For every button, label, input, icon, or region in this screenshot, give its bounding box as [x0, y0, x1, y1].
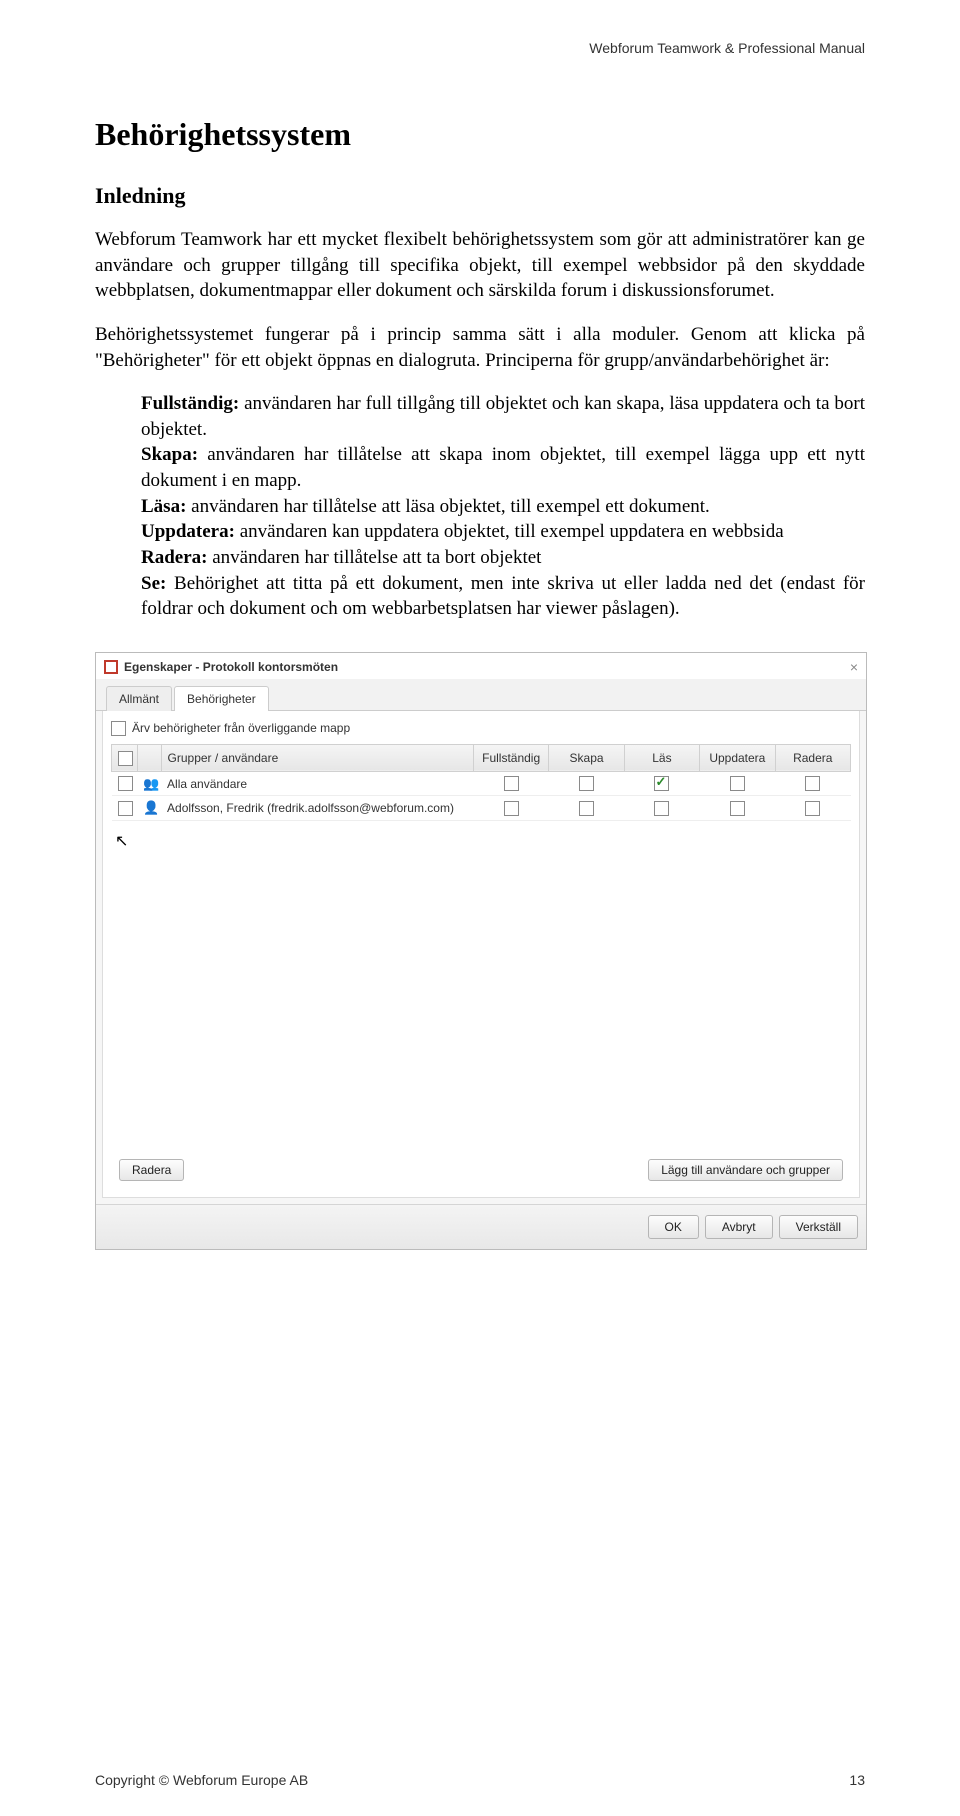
perm-create-checkbox[interactable]: [579, 776, 594, 791]
col-name[interactable]: Grupper / användare: [161, 744, 473, 771]
ok-button[interactable]: OK: [648, 1215, 699, 1239]
heading-1: Behörighetssystem: [95, 116, 865, 153]
dialog-title: Egenskaper - Protokoll kontorsmöten: [124, 660, 850, 674]
group-icon: 👥: [143, 777, 159, 790]
definition-item: Radera: användaren har tillåtelse att ta…: [141, 545, 865, 571]
app-logo-icon: [104, 660, 118, 674]
paragraph-intro-2: Behörighetssystemet fungerar på i princi…: [95, 322, 865, 373]
row-name: Alla användare: [161, 771, 473, 795]
tab-permissions[interactable]: Behörigheter: [174, 686, 269, 711]
permissions-table: Grupper / användare Fullständig Skapa Lä…: [111, 744, 851, 821]
select-all-checkbox[interactable]: [118, 751, 133, 766]
perm-create-checkbox[interactable]: [579, 801, 594, 816]
definition-term: Radera:: [141, 547, 207, 568]
definition-item: Skapa: användaren har tillåtelse att ska…: [141, 442, 865, 493]
cancel-button[interactable]: Avbryt: [705, 1215, 773, 1239]
definition-list: Fullständig: användaren har full tillgån…: [141, 391, 865, 622]
definition-term: Uppdatera:: [141, 521, 235, 542]
definition-term: Skapa:: [141, 444, 198, 465]
perm-full-checkbox[interactable]: [504, 801, 519, 816]
add-users-groups-button[interactable]: Lägg till användare och grupper: [648, 1159, 843, 1181]
row-select-checkbox[interactable]: [118, 801, 133, 816]
definition-text: användaren har tillåtelse att läsa objek…: [186, 496, 709, 517]
definition-text: användaren har tillåtelse att ta bort ob…: [207, 547, 541, 568]
perm-read-checkbox[interactable]: [654, 776, 669, 791]
perm-full-checkbox[interactable]: [504, 776, 519, 791]
col-full[interactable]: Fullständig: [473, 744, 548, 771]
definition-item: Fullständig: användaren har full tillgån…: [141, 391, 865, 442]
definition-term: Läsa:: [141, 496, 186, 517]
definition-text: användaren har tillåtelse att skapa inom…: [141, 444, 865, 491]
definition-text: Behörighet att titta på ett dokument, me…: [141, 573, 865, 620]
definition-term: Se:: [141, 573, 166, 594]
apply-button[interactable]: Verkställ: [779, 1215, 858, 1239]
definition-term: Fullständig:: [141, 393, 239, 414]
row-name: Adolfsson, Fredrik (fredrik.adolfsson@we…: [161, 796, 473, 820]
col-read[interactable]: Läs: [624, 744, 699, 771]
heading-2: Inledning: [95, 183, 865, 209]
delete-button[interactable]: Radera: [119, 1159, 184, 1181]
definition-text: användaren kan uppdatera objektet, till …: [235, 521, 784, 542]
paragraph-intro-1: Webforum Teamwork har ett mycket flexibe…: [95, 227, 865, 304]
permissions-dialog: Egenskaper - Protokoll kontorsmöten × Al…: [95, 652, 867, 1250]
tab-general[interactable]: Allmänt: [106, 686, 172, 711]
perm-update-checkbox[interactable]: [730, 776, 745, 791]
footer-copyright: Copyright © Webforum Europe AB: [95, 1772, 308, 1788]
definition-item: Se: Behörighet att titta på ett dokument…: [141, 571, 865, 622]
inherit-label: Ärv behörigheter från överliggande mapp: [132, 721, 350, 735]
table-row[interactable]: 👤 Adolfsson, Fredrik (fredrik.adolfsson@…: [112, 796, 851, 820]
perm-update-checkbox[interactable]: [730, 801, 745, 816]
definition-text: användaren har full tillgång till objekt…: [141, 393, 865, 440]
close-icon[interactable]: ×: [850, 659, 858, 675]
perm-read-checkbox[interactable]: [654, 801, 669, 816]
perm-delete-checkbox[interactable]: [805, 776, 820, 791]
table-row[interactable]: 👥 Alla användare: [112, 771, 851, 795]
col-delete[interactable]: Radera: [775, 744, 850, 771]
user-icon: 👤: [143, 801, 159, 814]
footer-page-number: 13: [849, 1772, 865, 1788]
definition-item: Uppdatera: användaren kan uppdatera obje…: [141, 519, 865, 545]
row-select-checkbox[interactable]: [118, 776, 133, 791]
cursor-icon: ↖: [115, 831, 851, 851]
col-update[interactable]: Uppdatera: [700, 744, 775, 771]
doc-header: Webforum Teamwork & Professional Manual: [95, 40, 865, 56]
inherit-checkbox[interactable]: [111, 721, 126, 736]
perm-delete-checkbox[interactable]: [805, 801, 820, 816]
definition-item: Läsa: användaren har tillåtelse att läsa…: [141, 494, 865, 520]
table-empty-area: ↖: [111, 831, 851, 1151]
col-create[interactable]: Skapa: [549, 744, 624, 771]
